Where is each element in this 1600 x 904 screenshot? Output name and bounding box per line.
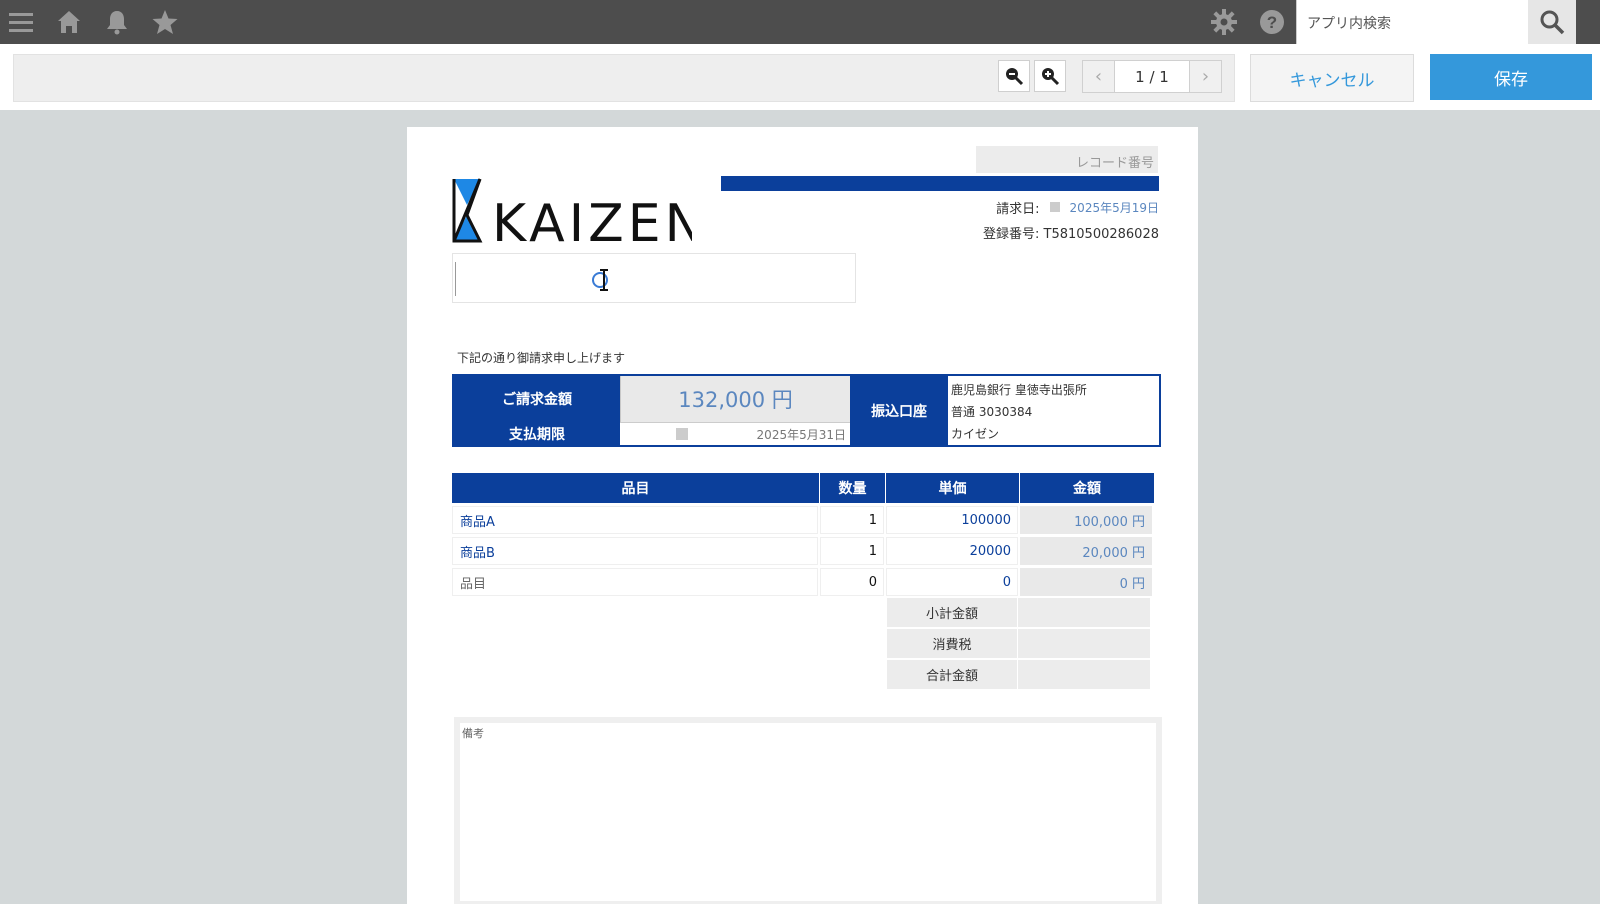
column-header-item: 品目 <box>452 473 820 503</box>
quantity-cell[interactable]: 1 <box>820 506 884 534</box>
save-button[interactable]: 保存 <box>1430 54 1592 100</box>
billing-summary: ご請求金額 支払期限 132,000 円 2025年5月31日 振込口座 鹿児島… <box>452 374 1161 447</box>
invoice-paper: レコード番号 KAIZEN 請求日: 2025年5月19日 登録番号: T581… <box>407 127 1198 904</box>
invoice-date-label: 請求日: <box>996 201 1040 217</box>
due-date-value: 2025年5月31日 <box>756 427 846 442</box>
notes-label: 備考 <box>462 727 484 740</box>
column-header-price: 単価 <box>886 473 1020 503</box>
invoice-date-value[interactable]: 2025年5月19日 <box>1070 199 1159 216</box>
record-number-field[interactable]: レコード番号 <box>976 146 1158 173</box>
zoom-out-button[interactable] <box>998 60 1030 92</box>
zoom-in-icon <box>1042 68 1060 86</box>
bell-icon[interactable] <box>101 6 133 38</box>
unit-price-cell[interactable]: 20000 <box>886 537 1018 565</box>
cancel-button[interactable]: キャンセル <box>1250 54 1414 102</box>
bank-account-label: 振込口座 <box>850 376 948 445</box>
calendar-icon <box>1049 202 1060 212</box>
amount-cell: 0 円 <box>1020 568 1152 596</box>
text-cursor-icon <box>592 269 608 291</box>
svg-text:KAIZEN: KAIZEN <box>492 194 692 247</box>
bank-line: カイゼン <box>951 427 1000 441</box>
chevron-right-icon: › <box>1201 66 1210 87</box>
column-header-qty: 数量 <box>820 473 886 503</box>
registration-label: 登録番号: <box>983 227 1040 242</box>
chevron-left-icon: ‹ <box>1094 66 1103 87</box>
amount-cell: 100,000 円 <box>1020 506 1152 534</box>
header-bar <box>721 176 1159 191</box>
help-icon[interactable]: ? <box>1256 6 1288 38</box>
kaizen-logo: KAIZEN <box>452 177 703 254</box>
registration-row: 登録番号: T5810500286028 <box>967 223 1159 243</box>
zoom-out-icon <box>1006 68 1024 86</box>
notes-field[interactable]: 備考 <box>454 717 1162 904</box>
total-label: 合計金額 <box>887 660 1017 690</box>
search-input[interactable]: アプリ内検索 <box>1296 0 1528 44</box>
billing-amount-label: ご請求金額 <box>454 376 620 422</box>
star-icon[interactable] <box>149 6 181 38</box>
bank-line: 鹿児島銀行 皇徳寺出張所 <box>951 383 1087 397</box>
customer-name-input[interactable] <box>452 253 856 303</box>
zoom-in-button[interactable] <box>1034 60 1066 92</box>
billing-amount-value: 132,000 円 <box>620 376 850 422</box>
home-icon[interactable] <box>53 6 85 38</box>
item-name-cell[interactable]: 品目 <box>452 568 818 596</box>
text-caret <box>455 262 456 296</box>
subtotal-label: 小計金額 <box>887 598 1017 628</box>
tax-value <box>1017 629 1150 659</box>
total-value <box>1017 660 1150 690</box>
search-button[interactable] <box>1528 0 1576 44</box>
item-name-cell[interactable]: 商品A <box>452 506 818 534</box>
bank-line: 普通 3030384 <box>951 405 1033 419</box>
tax-label: 消費税 <box>887 629 1017 659</box>
next-page-button[interactable]: › <box>1190 61 1221 92</box>
item-name-cell[interactable]: 商品B <box>452 537 818 565</box>
due-date-label: 支払期限 <box>454 422 620 445</box>
search-icon <box>1540 10 1565 35</box>
subtotal-value <box>1017 598 1150 628</box>
prev-page-button[interactable]: ‹ <box>1083 61 1114 92</box>
top-bar: ? アプリ内検索 <box>0 0 1600 44</box>
column-header-amount: 金額 <box>1020 473 1154 503</box>
due-date-field[interactable]: 2025年5月31日 <box>620 422 850 445</box>
quantity-cell[interactable]: 0 <box>820 568 884 596</box>
svg-text:?: ? <box>1267 13 1277 32</box>
quantity-cell[interactable]: 1 <box>820 537 884 565</box>
bank-account-details: 鹿児島銀行 皇徳寺出張所 普通 3030384 カイゼン <box>948 376 1159 445</box>
menu-icon[interactable] <box>5 6 37 38</box>
page-indicator: 1 / 1 <box>1114 61 1190 92</box>
intro-text: 下記の通り御請求申し上げます <box>457 351 626 365</box>
registration-number: T5810500286028 <box>1043 227 1159 242</box>
unit-price-cell[interactable]: 100000 <box>886 506 1018 534</box>
invoice-date-row: 請求日: 2025年5月19日 <box>987 197 1159 217</box>
pager: ‹ 1 / 1 › <box>1082 60 1222 93</box>
amount-cell: 20,000 円 <box>1020 537 1152 565</box>
gear-icon[interactable] <box>1208 6 1240 38</box>
calendar-icon <box>676 428 688 440</box>
unit-price-cell[interactable]: 0 <box>886 568 1018 596</box>
